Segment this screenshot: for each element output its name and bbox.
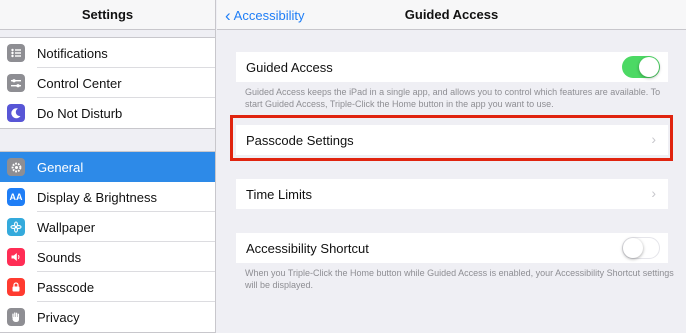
sidebar-item-wallpaper[interactable]: Wallpaper	[0, 212, 215, 242]
guided-access-label: Guided Access	[246, 59, 333, 75]
time-limits-label: Time Limits	[246, 186, 312, 202]
sidebar-group-1: Notifications Control Center Do Not Dist…	[0, 37, 215, 129]
chevron-right-icon: ›	[651, 185, 656, 201]
sidebar-item-label: Wallpaper	[37, 219, 96, 235]
sidebar-title: Settings	[0, 0, 215, 30]
sidebar-item-sounds[interactable]: Sounds	[0, 242, 215, 272]
notifications-icon	[7, 44, 25, 62]
sidebar-item-label: Sounds	[37, 249, 82, 265]
sidebar: Settings Notifications Control Center Do…	[0, 0, 216, 333]
sidebar-item-do-not-disturb[interactable]: Do Not Disturb	[0, 98, 215, 128]
page-title: Guided Access	[404, 7, 499, 22]
toggle-knob	[639, 57, 659, 77]
sidebar-item-label: Control Center	[37, 75, 122, 91]
sidebar-item-general[interactable]: General	[0, 152, 215, 182]
sidebar-item-label: Passcode	[37, 279, 95, 295]
highlight-box	[230, 115, 673, 161]
accessibility-shortcut-toggle[interactable]	[622, 237, 660, 259]
display-brightness-icon: AA	[7, 188, 25, 206]
accessibility-shortcut-row: Accessibility Shortcut	[236, 233, 668, 263]
sidebar-item-display-brightness[interactable]: AA Display & Brightness	[0, 182, 215, 212]
sidebar-item-control-center[interactable]: Control Center	[0, 68, 215, 98]
sidebar-group-2: General AA Display & Brightness Wallpape…	[0, 151, 215, 333]
hand-icon	[7, 308, 25, 326]
moon-icon	[7, 104, 25, 122]
sidebar-item-label: General	[37, 159, 84, 175]
sidebar-item-label: Notifications	[37, 45, 108, 61]
control-center-icon	[7, 74, 25, 92]
accessibility-shortcut-label: Accessibility Shortcut	[246, 240, 369, 256]
back-button-label: Accessibility	[233, 7, 305, 23]
detail-header: ‹ Accessibility Guided Access	[217, 0, 686, 30]
lock-icon	[7, 278, 25, 296]
guided-access-footnote: Guided Access keeps the iPad in a single…	[245, 87, 661, 109]
sidebar-item-label: Display & Brightness	[37, 189, 157, 205]
guided-access-row: Guided Access	[236, 52, 668, 82]
time-limits-row[interactable]: Time Limits ›	[236, 179, 668, 209]
detail-pane: ‹ Accessibility Guided Access Guided Acc…	[217, 0, 686, 333]
sidebar-item-passcode[interactable]: Passcode	[0, 272, 215, 302]
sidebar-item-label: Privacy	[37, 309, 80, 325]
settings-window: Settings Notifications Control Center Do…	[0, 0, 686, 333]
sidebar-item-privacy[interactable]: Privacy	[0, 302, 215, 332]
gear-icon	[7, 158, 25, 176]
wallpaper-icon	[7, 218, 25, 236]
chevron-left-icon: ‹	[225, 5, 231, 25]
back-button[interactable]: ‹ Accessibility	[225, 0, 304, 30]
sidebar-item-label: Do Not Disturb	[37, 105, 123, 121]
toggle-knob	[623, 238, 643, 258]
sidebar-item-notifications[interactable]: Notifications	[0, 38, 215, 68]
accessibility-shortcut-footnote: When you Triple-Click the Home button wh…	[245, 268, 674, 290]
guided-access-toggle[interactable]	[622, 56, 660, 78]
speaker-icon	[7, 248, 25, 266]
